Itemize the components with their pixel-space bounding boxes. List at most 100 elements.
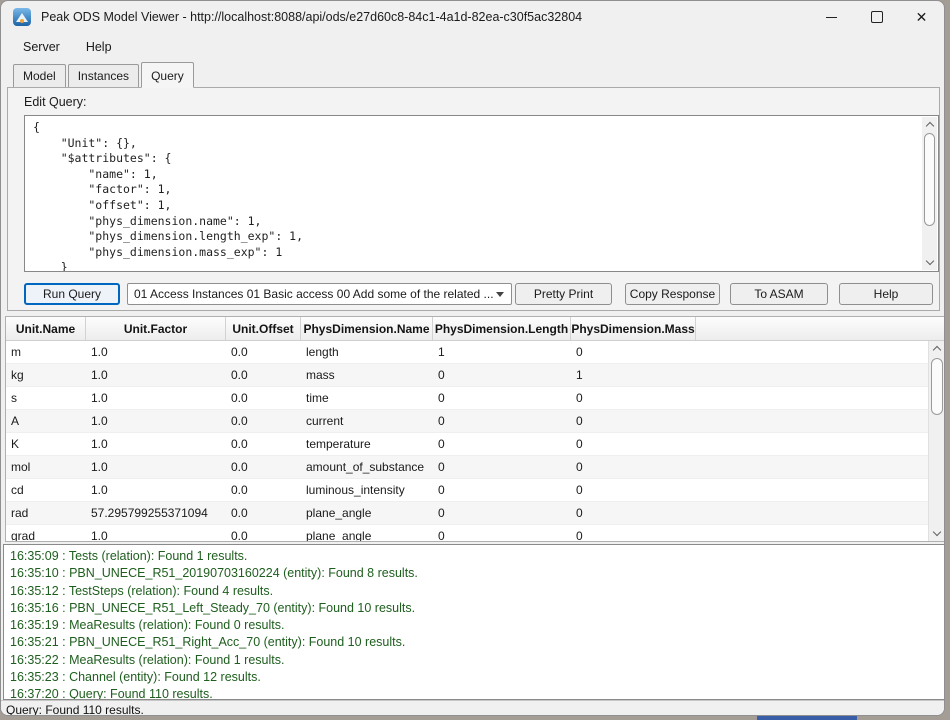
table-cell: 0.0	[226, 433, 301, 455]
table-cell: 0	[433, 387, 571, 409]
menu-item-help[interactable]: Help	[86, 40, 112, 54]
table-row[interactable]: cd1.00.0luminous_intensity00	[6, 479, 928, 502]
table-cell: 0.0	[226, 341, 301, 363]
scroll-up-icon[interactable]	[922, 117, 937, 132]
table-scrollbar-thumb[interactable]	[931, 358, 943, 415]
app-icon	[13, 8, 31, 26]
column-header[interactable]: Unit.Name	[6, 317, 86, 340]
table-cell: 1.0	[86, 341, 226, 363]
chevron-down-icon	[496, 292, 504, 297]
table-cell: mass	[301, 364, 433, 386]
log-output[interactable]: 16:35:09 : Tests (relation): Found 1 res…	[3, 544, 945, 700]
table-cell: 0.0	[226, 479, 301, 501]
scroll-down-icon[interactable]	[929, 526, 945, 541]
scroll-up-icon[interactable]	[929, 341, 945, 356]
app-window: Peak ODS Model Viewer - http://localhost…	[0, 0, 945, 716]
maximize-icon	[871, 11, 883, 23]
log-line: 16:35:21 : PBN_UNECE_R51_Right_Acc_70 (e…	[10, 634, 939, 651]
table-cell: 0	[433, 456, 571, 478]
table-cell: 0	[571, 387, 696, 409]
table-row[interactable]: s1.00.0time00	[6, 387, 928, 410]
to-asam-button[interactable]: To ASAM	[730, 283, 828, 305]
window-title: Peak ODS Model Viewer - http://localhost…	[41, 10, 582, 24]
results-table: Unit.NameUnit.FactorUnit.OffsetPhysDimen…	[5, 316, 945, 542]
table-cell: A	[6, 410, 86, 432]
help-button[interactable]: Help	[839, 283, 933, 305]
table-cell: 1.0	[86, 525, 226, 541]
table-row[interactable]: grad1.00.0plane_angle00	[6, 525, 928, 541]
editor-scrollbar-thumb[interactable]	[924, 133, 935, 226]
title-bar[interactable]: Peak ODS Model Viewer - http://localhost…	[1, 1, 944, 33]
table-cell: 1.0	[86, 433, 226, 455]
table-cell: mol	[6, 456, 86, 478]
table-cell: 1.0	[86, 410, 226, 432]
edit-query-label: Edit Query:	[24, 95, 87, 109]
results-table-header[interactable]: Unit.NameUnit.FactorUnit.OffsetPhysDimen…	[6, 317, 945, 341]
query-editor[interactable]: { "Unit": {}, "$attributes": { "name": 1…	[24, 115, 939, 272]
table-cell: 1.0	[86, 456, 226, 478]
table-cell: s	[6, 387, 86, 409]
log-line: 16:35:09 : Tests (relation): Found 1 res…	[10, 548, 939, 565]
table-cell: luminous_intensity	[301, 479, 433, 501]
table-cell: 0.0	[226, 456, 301, 478]
table-cell: 0	[571, 341, 696, 363]
close-button[interactable]: ✕	[899, 1, 944, 33]
tab-instances[interactable]: Instances	[68, 64, 139, 87]
table-cell: time	[301, 387, 433, 409]
table-row[interactable]: K1.00.0temperature00	[6, 433, 928, 456]
table-cell: 0.0	[226, 502, 301, 524]
table-cell: 0	[433, 364, 571, 386]
table-row[interactable]: kg1.00.0mass01	[6, 364, 928, 387]
table-cell: current	[301, 410, 433, 432]
minimize-button[interactable]	[809, 1, 854, 33]
table-cell: 0	[433, 502, 571, 524]
log-line: 16:37:20 : Query: Found 110 results.	[10, 686, 939, 700]
column-header[interactable]: Unit.Factor	[86, 317, 226, 340]
table-cell: 57.295799255371094	[86, 502, 226, 524]
menu-item-server[interactable]: Server	[23, 40, 60, 54]
table-row[interactable]: m1.00.0length10	[6, 341, 928, 364]
table-cell: 0	[571, 456, 696, 478]
table-cell: 1.0	[86, 479, 226, 501]
table-cell: 1	[571, 364, 696, 386]
table-cell: 1	[433, 341, 571, 363]
query-template-select[interactable]: 01 Access Instances 01 Basic access 00 A…	[127, 283, 512, 305]
log-line: 16:35:12 : TestSteps (relation): Found 4…	[10, 583, 939, 600]
table-row[interactable]: A1.00.0current00	[6, 410, 928, 433]
query-tab-page: Edit Query: { "Unit": {}, "$attributes":…	[7, 87, 940, 311]
status-bar: Query: Found 110 results.	[1, 700, 944, 716]
log-line: 16:35:19 : MeaResults (relation): Found …	[10, 617, 939, 634]
copy-response-button[interactable]: Copy Response	[625, 283, 720, 305]
pretty-print-button[interactable]: Pretty Print	[515, 283, 612, 305]
table-cell: rad	[6, 502, 86, 524]
table-cell: 0.0	[226, 525, 301, 541]
scroll-down-icon[interactable]	[922, 255, 937, 270]
table-cell: 0	[571, 479, 696, 501]
table-cell: 0.0	[226, 387, 301, 409]
table-row[interactable]: mol1.00.0amount_of_substance00	[6, 456, 928, 479]
column-header[interactable]: PhysDimension.Mass	[571, 317, 696, 340]
column-header[interactable]: PhysDimension.Name	[301, 317, 433, 340]
editor-scrollbar[interactable]	[922, 117, 937, 270]
table-cell: 1.0	[86, 364, 226, 386]
log-line: 16:35:10 : PBN_UNECE_R51_20190703160224 …	[10, 565, 939, 582]
table-row[interactable]: rad57.2957992553710940.0plane_angle00	[6, 502, 928, 525]
table-cell: 0	[571, 433, 696, 455]
table-cell: cd	[6, 479, 86, 501]
table-cell: 0	[571, 525, 696, 541]
run-query-button[interactable]: Run Query	[24, 283, 120, 305]
table-cell: 1.0	[86, 387, 226, 409]
tab-model[interactable]: Model	[13, 64, 66, 87]
results-table-body: m1.00.0length10kg1.00.0mass01s1.00.0time…	[6, 341, 928, 541]
column-header[interactable]: Unit.Offset	[226, 317, 301, 340]
table-scrollbar[interactable]	[928, 341, 945, 541]
column-header[interactable]: PhysDimension.Length	[433, 317, 571, 340]
table-cell: 0	[433, 433, 571, 455]
table-cell: m	[6, 341, 86, 363]
tab-strip: ModelInstancesQuery	[13, 63, 196, 87]
query-template-select-value: 01 Access Instances 01 Basic access 00 A…	[128, 287, 496, 301]
tab-query[interactable]: Query	[141, 62, 194, 88]
maximize-button[interactable]	[854, 1, 899, 33]
table-cell: K	[6, 433, 86, 455]
table-cell: temperature	[301, 433, 433, 455]
